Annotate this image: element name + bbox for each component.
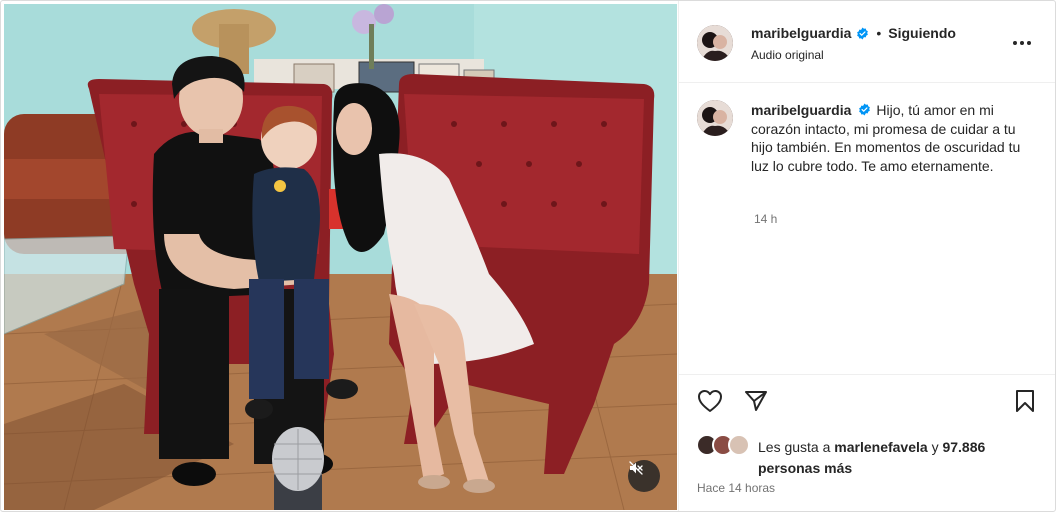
- more-options-button[interactable]: [1009, 29, 1035, 55]
- mute-toggle-button[interactable]: [628, 460, 660, 492]
- verified-badge-icon: [856, 27, 869, 40]
- post-actions: Les gusta a marlenefavela y 97.886 perso…: [679, 374, 1055, 511]
- following-button[interactable]: Siguiendo: [888, 25, 956, 41]
- more-options-icon: [1012, 33, 1032, 51]
- header-separator: •: [876, 25, 882, 41]
- bookmark-icon: [1015, 389, 1035, 418]
- caption-author-avatar[interactable]: [697, 100, 733, 136]
- likes-summary: Les gusta a marlenefavela y 97.886 perso…: [758, 437, 1043, 479]
- caption-section: maribelguardia Hijo, tú amor en mi corazó…: [679, 84, 1055, 374]
- video-frame-illustration: [4, 4, 677, 510]
- share-button[interactable]: [742, 389, 770, 417]
- likers-avatars[interactable]: [696, 434, 754, 458]
- liker-avatar: [728, 434, 750, 456]
- like-button[interactable]: [696, 389, 724, 417]
- author-username-link[interactable]: maribelguardia: [751, 25, 851, 41]
- post-timestamp[interactable]: Hace 14 horas: [697, 481, 775, 495]
- paper-plane-icon: [744, 389, 768, 418]
- post-side-panel: maribelguardia • Siguiendo Audio origina…: [678, 1, 1055, 511]
- caption-author-username[interactable]: maribelguardia: [751, 102, 851, 118]
- author-avatar[interactable]: [697, 25, 733, 61]
- liker-username-link[interactable]: marlenefavela: [834, 439, 927, 455]
- save-button[interactable]: [1011, 389, 1039, 417]
- likes-connector: y: [931, 439, 939, 455]
- likes-prefix: Les gusta a: [758, 439, 831, 455]
- verified-badge-icon: [858, 102, 871, 116]
- post-dialog: maribelguardia • Siguiendo Audio origina…: [0, 0, 1056, 512]
- audio-link[interactable]: Audio original: [751, 48, 824, 62]
- post-header: maribelguardia • Siguiendo Audio origina…: [679, 1, 1055, 83]
- caption-timestamp[interactable]: 14 h: [754, 212, 777, 226]
- caption-text-block: maribelguardia Hijo, tú amor en mi corazó…: [751, 101, 1041, 175]
- heart-icon: [697, 389, 723, 418]
- post-video[interactable]: [4, 4, 677, 510]
